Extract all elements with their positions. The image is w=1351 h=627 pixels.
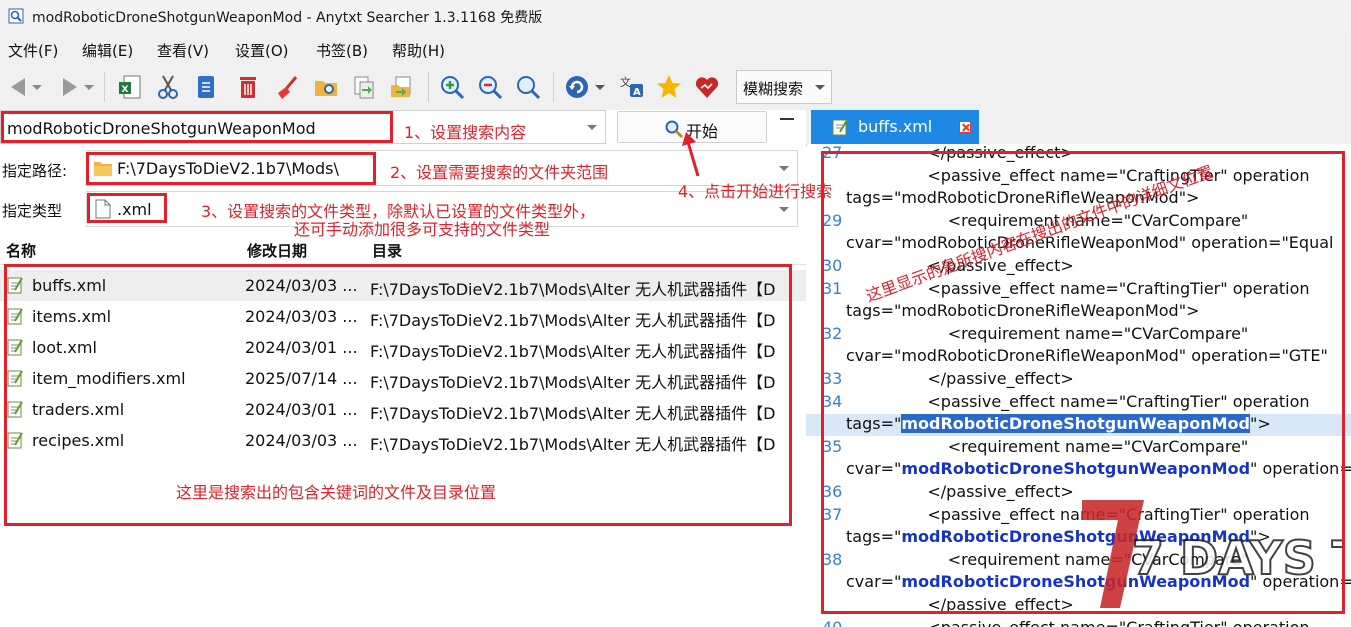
- refresh-icon: [566, 76, 588, 98]
- zoom-in-button[interactable]: [435, 70, 469, 104]
- title-bar: modRoboticDroneShotgunWeaponMod - Anytxt…: [0, 0, 1351, 32]
- search-mode-select[interactable]: 模糊搜索: [736, 70, 832, 104]
- app-window: modRoboticDroneShotgunWeaponMod - Anytxt…: [0, 0, 1351, 627]
- type-label: 指定类型: [2, 202, 63, 220]
- chevron-down-icon: [84, 84, 94, 90]
- close-icon[interactable]: [959, 121, 971, 133]
- document-icon: [198, 76, 214, 98]
- zoom-out-button[interactable]: [473, 70, 507, 104]
- code-line: 40 <passive_effect name="CraftingTier" o…: [806, 618, 1351, 627]
- menu-edit[interactable]: 编辑(E): [82, 40, 133, 61]
- toolbar-divider: [428, 72, 429, 102]
- delete-button[interactable]: [231, 70, 265, 104]
- broom-icon: [278, 76, 298, 99]
- window-title: modRoboticDroneShotgunWeaponMod - Anytxt…: [32, 10, 543, 26]
- zoom-in-icon: [441, 76, 465, 100]
- translate-icon: A文: [620, 75, 643, 98]
- magnifier-icon: [517, 76, 541, 100]
- arrow-right-icon: [63, 78, 77, 96]
- code-text: <passive_effect name="CraftingTier" oper…: [846, 618, 1309, 627]
- arrow-annotation-icon: [682, 132, 700, 177]
- menu-bookmarks[interactable]: 书签(B): [316, 40, 368, 61]
- chevron-down-icon[interactable]: [587, 125, 597, 130]
- clean-button[interactable]: [271, 70, 305, 104]
- xml-file-icon: [832, 119, 848, 136]
- annotation-results: 这里是搜索出的包含关键词的文件及目录位置: [176, 483, 497, 502]
- back-dropdown[interactable]: [28, 70, 46, 104]
- chevron-down-icon[interactable]: [779, 207, 789, 212]
- copy-to-button[interactable]: [347, 70, 381, 104]
- move-to-button[interactable]: [385, 70, 419, 104]
- annotation-step4: 4、点击开始进行搜索: [678, 182, 833, 201]
- copy-button[interactable]: [189, 70, 223, 104]
- zoom-reset-button[interactable]: [511, 70, 545, 104]
- menu-view[interactable]: 查看(V): [157, 40, 209, 61]
- cut-button[interactable]: [151, 70, 185, 104]
- refresh-button[interactable]: [560, 70, 594, 104]
- collapse-pane-button[interactable]: [780, 118, 794, 120]
- scissors-icon: [158, 75, 178, 99]
- tab-buffs-xml[interactable]: buffs.xml: [811, 110, 979, 144]
- forward-dropdown[interactable]: [80, 70, 98, 104]
- chevron-down-icon: [815, 85, 825, 90]
- refresh-dropdown[interactable]: [592, 70, 608, 104]
- copy-file-icon: [354, 76, 374, 99]
- svg-text:X: X: [122, 85, 129, 95]
- svg-text:A: A: [633, 87, 641, 98]
- toolbar-divider: [104, 72, 105, 102]
- column-header-name[interactable]: 名称: [6, 240, 36, 261]
- svg-text:文: 文: [620, 75, 631, 89]
- zoom-out-icon: [479, 76, 503, 100]
- donate-button[interactable]: [690, 70, 724, 104]
- chevron-down-icon[interactable]: [779, 166, 789, 171]
- translate-button[interactable]: A文: [614, 70, 648, 104]
- annotation-box-path: [86, 152, 376, 185]
- open-folder-button[interactable]: [309, 70, 343, 104]
- column-header-directory[interactable]: 目录: [372, 240, 402, 261]
- path-label: 指定路径:: [2, 162, 68, 180]
- excel-icon: X: [119, 75, 141, 99]
- chevron-down-icon: [595, 84, 605, 90]
- menu-bar: 文件(F) 编辑(E) 查看(V) 设置(O) 书签(B) 帮助(H): [0, 36, 1351, 62]
- menu-help[interactable]: 帮助(H): [392, 40, 445, 61]
- move-file-icon: [391, 76, 411, 97]
- tab-label: buffs.xml: [858, 117, 933, 136]
- menu-settings[interactable]: 设置(O): [235, 40, 289, 61]
- folder-search-icon: [315, 81, 337, 96]
- annotation-box-query: [1, 111, 393, 143]
- search-mode-value: 模糊搜索: [743, 80, 804, 98]
- favorite-button[interactable]: [652, 70, 686, 104]
- annotation-step1: 1、设置搜索内容: [404, 123, 527, 142]
- annotation-step2: 2、设置需要搜索的文件夹范围: [390, 163, 609, 182]
- chevron-down-icon: [32, 84, 42, 90]
- menu-file[interactable]: 文件(F): [8, 40, 58, 61]
- heart-icon: [695, 77, 719, 98]
- export-excel-button[interactable]: X: [113, 70, 147, 104]
- app-logo-icon: [8, 8, 24, 24]
- line-number: 40: [822, 618, 842, 627]
- annotation-box-type: [87, 193, 167, 223]
- column-header-date[interactable]: 修改日期: [247, 240, 307, 261]
- trash-icon: [240, 77, 256, 98]
- star-icon: [657, 75, 681, 98]
- annotation-step3-line2: 还可手动添加很多可支持的文件类型: [294, 220, 551, 239]
- toolbar-divider: [553, 72, 554, 102]
